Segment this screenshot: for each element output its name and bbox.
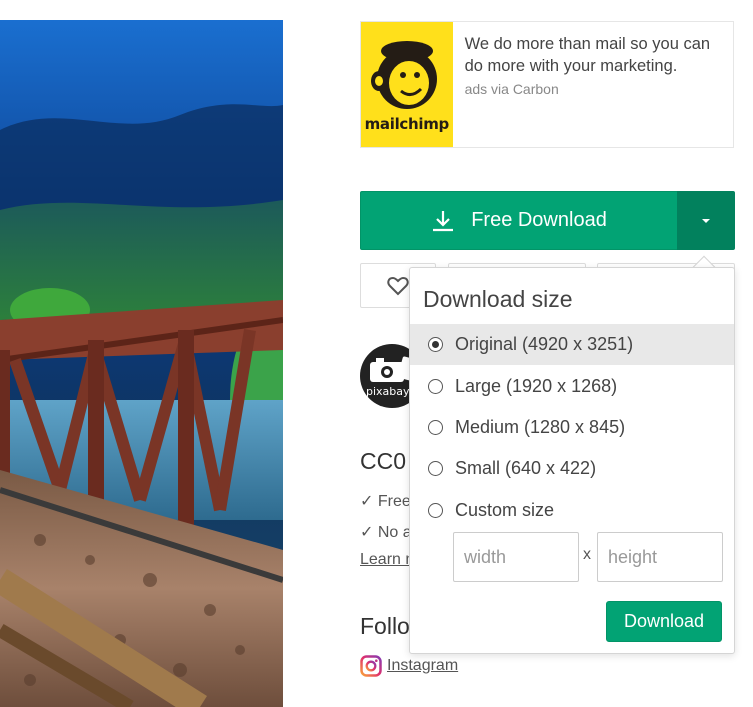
radio-original[interactable]: [428, 337, 443, 352]
size-option-large[interactable]: Large (1920 x 1268): [410, 366, 734, 407]
free-download-button[interactable]: Free Download: [360, 191, 677, 250]
size-option-custom[interactable]: Custom size: [410, 490, 734, 531]
freddie-chimp-icon: [370, 40, 437, 109]
radio-custom[interactable]: [428, 503, 443, 518]
heart-icon: [387, 276, 409, 295]
ad-brand-name: mailchimp: [364, 114, 450, 133]
size-option-medium[interactable]: Medium (1280 x 845): [410, 407, 734, 448]
radio-small[interactable]: [428, 461, 443, 476]
download-button[interactable]: Download: [606, 601, 722, 642]
download-icon: [433, 210, 454, 231]
license-check-attribution: ✓ No a: [360, 524, 412, 541]
instagram-link[interactable]: Instagram: [387, 657, 458, 675]
size-option-label: Custom size: [455, 500, 555, 520]
photo-preview[interactable]: [0, 20, 283, 707]
caret-down-icon: [702, 218, 710, 223]
custom-width-input[interactable]: [453, 532, 579, 582]
size-option-original[interactable]: Original (4920 x 3251): [410, 324, 734, 365]
free-download-label: Free Download: [471, 209, 607, 231]
avatar-label: pixabay: [366, 385, 410, 398]
custom-height-input[interactable]: [597, 532, 723, 582]
radio-medium[interactable]: [428, 420, 443, 435]
mailchimp-logo[interactable]: mailchimp: [361, 22, 453, 147]
size-option-label: Original (4920 x 3251): [455, 334, 634, 354]
ad-copy[interactable]: We do more than mail so you can do more …: [465, 33, 723, 77]
download-size-toggle[interactable]: [677, 191, 735, 250]
follow-title: Follo: [360, 613, 410, 639]
instagram-link-row[interactable]: Instagram: [360, 655, 458, 677]
ad-via-link[interactable]: ads via Carbon: [465, 81, 723, 97]
size-option-small[interactable]: Small (640 x 422): [410, 448, 734, 489]
dimension-separator: x: [583, 546, 591, 563]
license-check-free: ✓ Free: [360, 493, 411, 510]
size-option-label: Large (1920 x 1268): [455, 376, 618, 396]
size-option-label: Medium (1280 x 845): [455, 417, 626, 437]
size-option-label: Small (640 x 422): [455, 458, 597, 478]
carbon-ad[interactable]: mailchimp We do more than mail so you ca…: [360, 21, 734, 148]
radio-large[interactable]: [428, 379, 443, 394]
download-button-group: Free Download: [360, 191, 735, 250]
download-size-dropdown: Download size Original (4920 x 3251) Lar…: [409, 267, 735, 654]
bridge-photo: [0, 20, 283, 707]
instagram-icon: [360, 655, 382, 677]
download-size-title: Download size: [423, 286, 573, 312]
